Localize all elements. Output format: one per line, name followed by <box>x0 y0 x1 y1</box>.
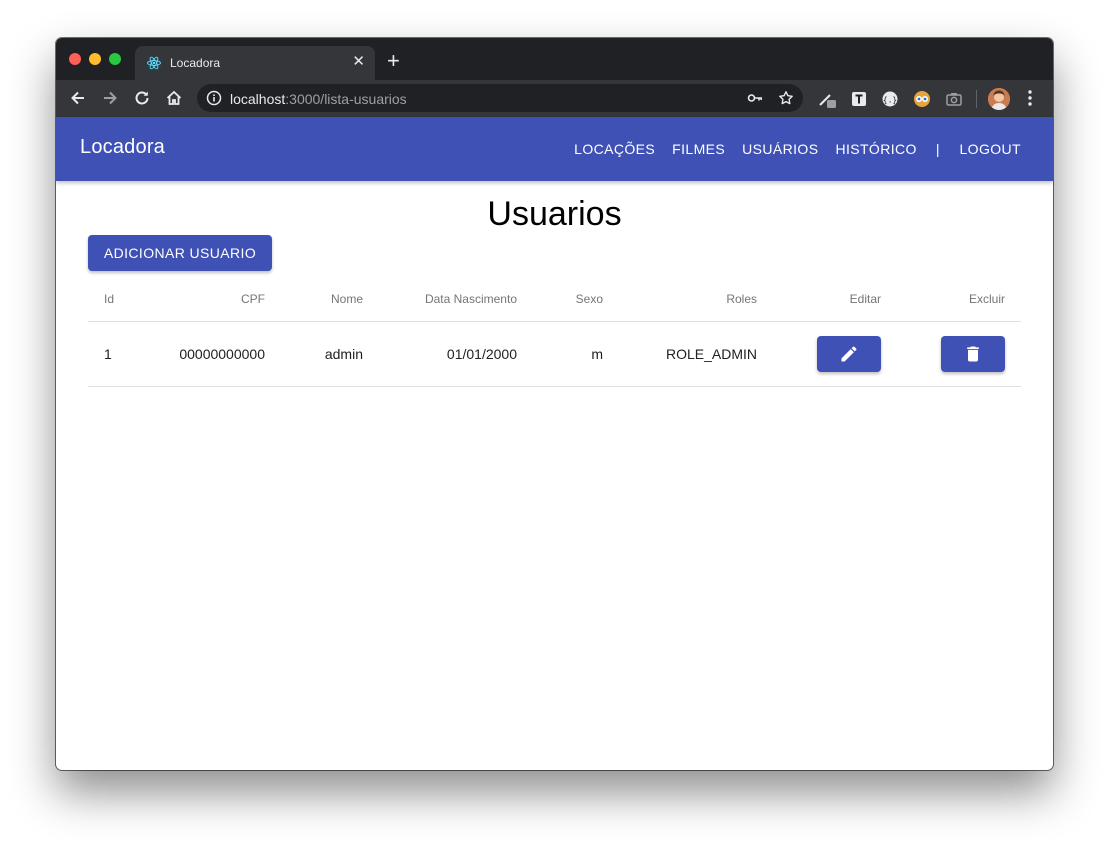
new-tab-button[interactable]: + <box>387 50 400 72</box>
profile-avatar[interactable] <box>988 88 1010 110</box>
add-user-button[interactable]: ADICIONAR USUARIO <box>88 235 272 271</box>
profile-avatar-icon <box>988 88 1010 110</box>
col-header-editar: Editar <box>773 277 897 322</box>
users-table: Id CPF Nome Data Nascimento Sexo Roles E… <box>88 277 1021 387</box>
back-arrow-icon[interactable] <box>68 88 88 108</box>
close-window-button[interactable] <box>69 53 81 65</box>
code-extension-icon[interactable]: {.} <box>881 90 899 108</box>
browser-toolbar: localhost:3000/lista-usuarios {.} <box>56 80 1053 117</box>
nav-menu: LOCAÇÕES FILMES USUÁRIOS HISTÓRICO | LOG… <box>557 117 1021 181</box>
cell-cpf: 00000000000 <box>161 321 281 387</box>
tab-strip: Locadora ✕ + <box>56 38 1053 80</box>
brand-title[interactable]: Locadora <box>80 136 165 159</box>
table-header-row: Id CPF Nome Data Nascimento Sexo Roles E… <box>88 277 1021 322</box>
camera-extension-icon[interactable] <box>945 90 963 108</box>
address-bar[interactable]: localhost:3000/lista-usuarios <box>197 84 803 112</box>
url-text: localhost:3000/lista-usuarios <box>230 91 407 107</box>
toolbar-separator <box>976 90 977 108</box>
reload-icon[interactable] <box>132 88 152 108</box>
col-header-roles: Roles <box>619 277 773 322</box>
svg-text:{.}: {.} <box>883 96 897 105</box>
home-icon[interactable] <box>164 88 184 108</box>
delete-user-button[interactable] <box>941 335 1005 372</box>
key-icon[interactable] <box>747 90 763 106</box>
cell-roles: ROLE_ADMIN <box>619 321 773 387</box>
col-header-cpf: CPF <box>161 277 281 322</box>
cell-excluir <box>897 321 1021 387</box>
cell-data-nascimento: 01/01/2000 <box>379 321 533 387</box>
col-header-sexo: Sexo <box>533 277 619 322</box>
cell-editar <box>773 321 897 387</box>
forward-arrow-icon[interactable] <box>100 88 120 108</box>
app-bar: Locadora LOCAÇÕES FILMES USUÁRIOS HISTÓR… <box>56 117 1053 181</box>
col-header-nome: Nome <box>281 277 379 322</box>
url-host: localhost <box>230 91 286 107</box>
edit-user-button[interactable] <box>817 335 881 372</box>
star-icon[interactable] <box>778 90 794 106</box>
minimize-window-button[interactable] <box>89 53 101 65</box>
cell-nome: admin <box>281 321 379 387</box>
tab-close-icon[interactable]: ✕ <box>352 53 365 71</box>
nav-item-historico[interactable]: HISTÓRICO <box>835 141 916 157</box>
table-row: 1 00000000000 admin 01/01/2000 m ROLE_AD… <box>88 321 1021 387</box>
nav-item-usuarios[interactable]: USUÁRIOS <box>742 141 818 157</box>
tab-title: Locadora <box>170 56 221 70</box>
nav-item-locacoes[interactable]: LOCAÇÕES <box>574 141 655 157</box>
url-path: :3000/lista-usuarios <box>285 91 407 107</box>
owl-extension-icon[interactable] <box>913 90 931 108</box>
cell-sexo: m <box>533 321 619 387</box>
browser-tab[interactable]: Locadora ✕ <box>135 46 375 80</box>
nav-item-filmes[interactable]: FILMES <box>672 141 725 157</box>
pencil-icon <box>841 345 857 361</box>
text-extension-icon[interactable] <box>850 90 868 108</box>
trash-icon <box>967 346 979 361</box>
maximize-window-button[interactable] <box>109 53 121 65</box>
cell-id: 1 <box>88 321 161 387</box>
browser-window: Locadora ✕ + localhost:3000/lista-usuari… <box>56 38 1053 770</box>
nav-divider: | <box>935 141 940 157</box>
page-title: Usuarios <box>487 195 622 233</box>
pen-extension-icon[interactable] <box>818 90 836 108</box>
react-icon <box>146 55 162 71</box>
col-header-id: Id <box>88 277 161 322</box>
browser-menu-icon[interactable] <box>1028 89 1032 107</box>
col-header-data-nascimento: Data Nascimento <box>379 277 533 322</box>
col-header-excluir: Excluir <box>897 277 1021 322</box>
logout-link[interactable]: LOGOUT <box>959 141 1021 157</box>
info-icon[interactable] <box>206 90 222 106</box>
